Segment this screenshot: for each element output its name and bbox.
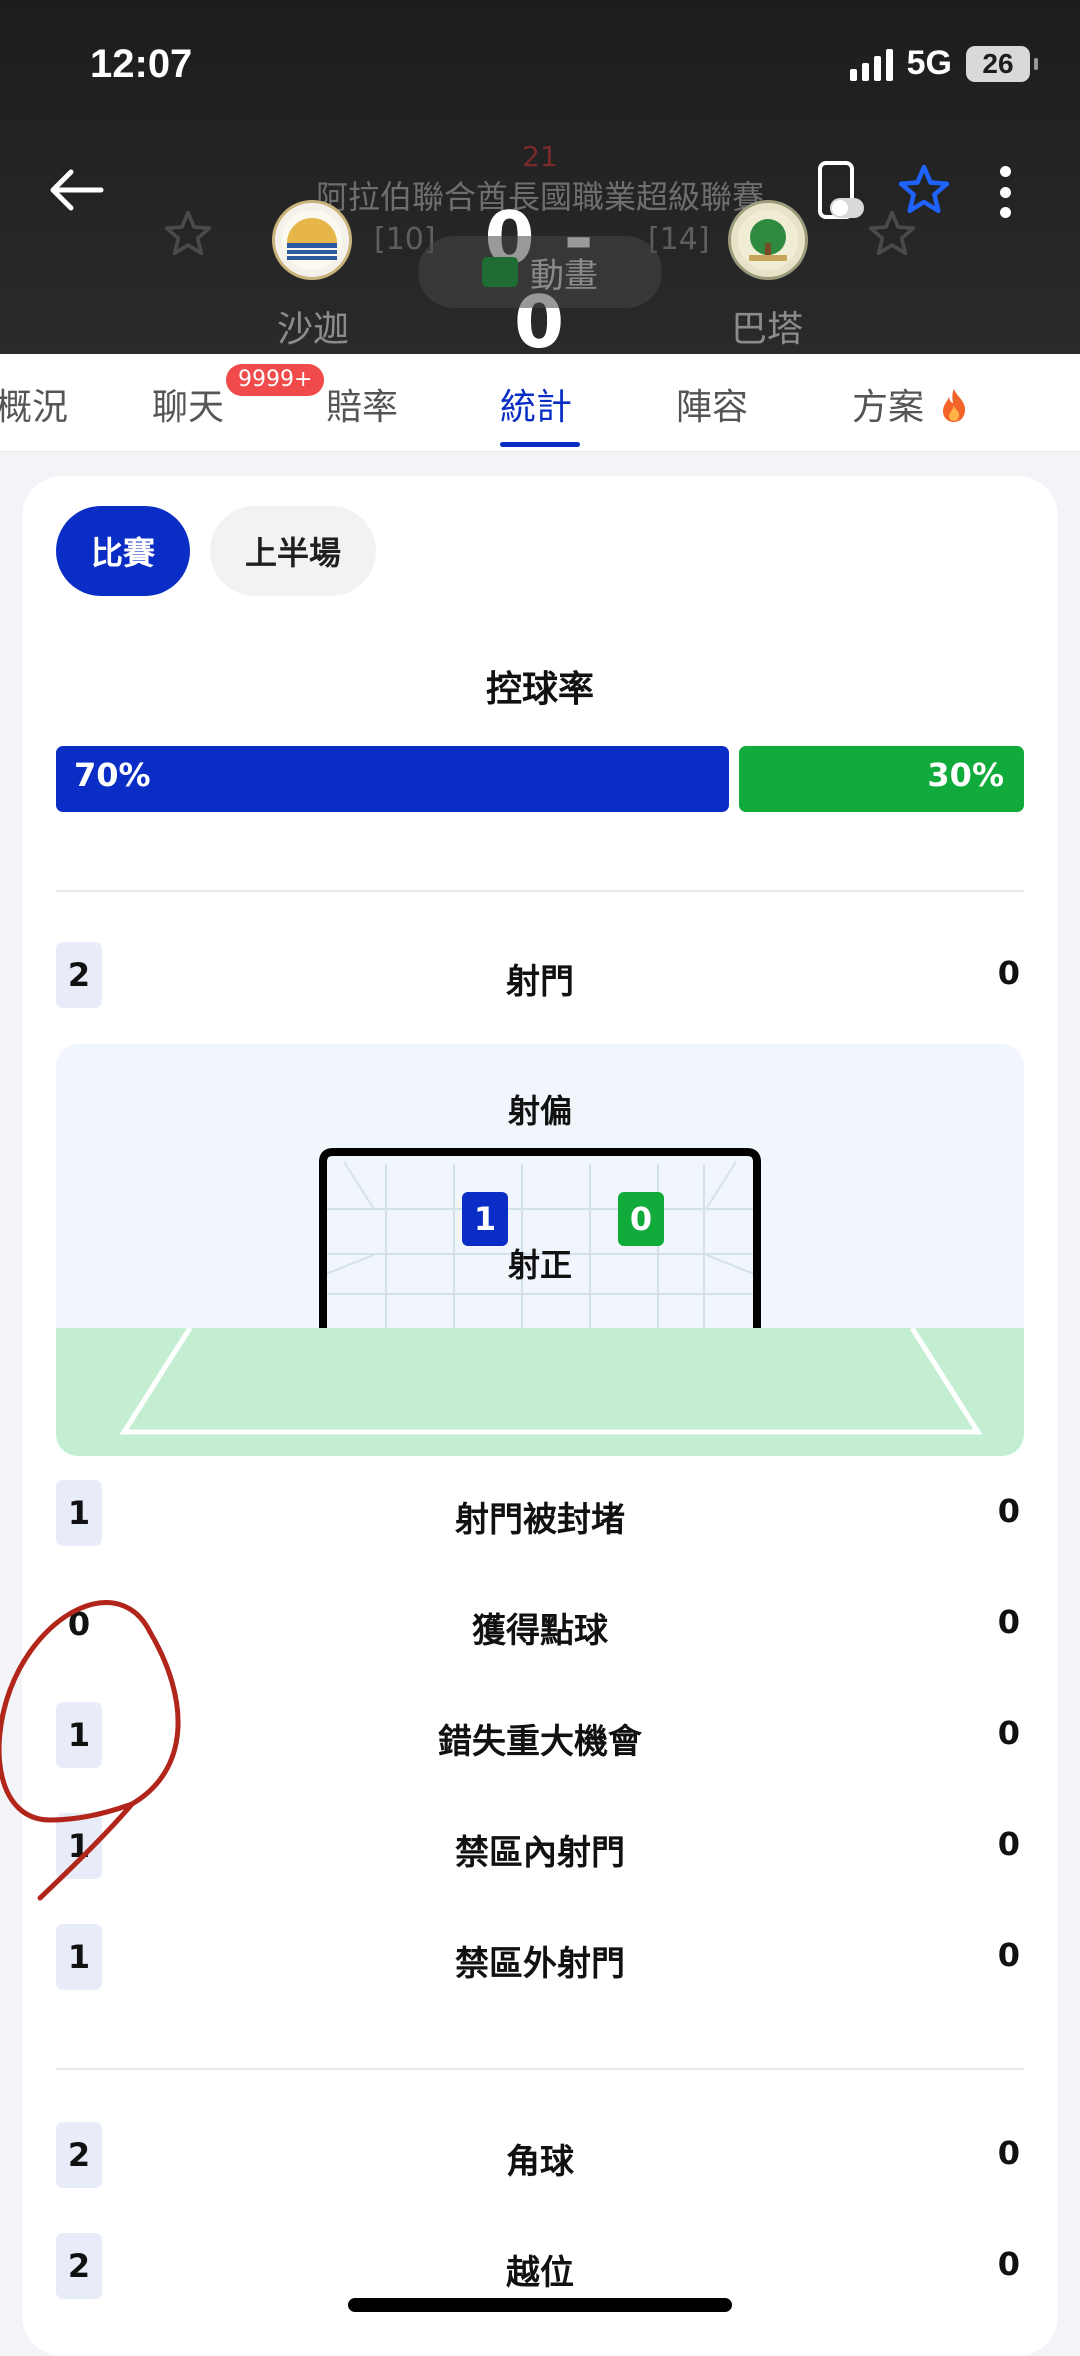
possession-home-bar bbox=[56, 746, 729, 812]
stat-away-value: 0 bbox=[997, 2245, 1020, 2283]
stat-row-big-chances-missed: 1 錯失重大機會 0 bbox=[22, 1702, 1058, 1768]
stat-row-shots-outside-box: 1 禁區外射門 0 bbox=[22, 1924, 1058, 1990]
phone-toggle-icon[interactable] bbox=[816, 160, 866, 224]
battery-icon: 26 bbox=[966, 45, 1038, 82]
stat-label: 獲得點球 bbox=[472, 1611, 608, 1651]
tab-chat[interactable]: 聊天 bbox=[152, 378, 224, 430]
fire-icon bbox=[939, 387, 969, 423]
signal-icon bbox=[849, 47, 893, 81]
away-rank: [14] bbox=[648, 222, 710, 257]
active-tab-indicator bbox=[500, 442, 580, 447]
tab-plans[interactable]: 方案 bbox=[852, 378, 969, 430]
segment-match-button[interactable]: 比賽 bbox=[56, 506, 190, 596]
stat-row-penalties-won: 0 獲得點球 0 bbox=[22, 1591, 1058, 1657]
stat-row-shots: 2 射門 0 bbox=[22, 942, 1058, 1008]
more-vertical-icon[interactable] bbox=[990, 160, 1020, 224]
stat-label: 射門 bbox=[506, 962, 574, 1002]
home-team-name[interactable]: 沙迦 bbox=[240, 300, 386, 352]
on-target-label: 射正 bbox=[507, 1246, 572, 1284]
on-target-away-value: 0 bbox=[618, 1192, 664, 1246]
animation-icon bbox=[482, 257, 518, 287]
stat-row-corners: 2 角球 0 bbox=[22, 2122, 1058, 2188]
stat-row-blocked-shots: 1 射門被封堵 0 bbox=[22, 1480, 1058, 1546]
animation-button[interactable]: 動畫 bbox=[418, 236, 662, 308]
tab-odds[interactable]: 賠率 bbox=[326, 378, 398, 430]
home-favorite-star-icon[interactable] bbox=[162, 208, 214, 260]
shot-map-panel: 射偏 1 0 射正 bbox=[56, 1044, 1024, 1456]
match-header: 12:07 5G 26 21 阿拉伯聯合酋長國職業超級聯賽 [10] 0 - 0… bbox=[0, 0, 1080, 354]
home-team-logo[interactable] bbox=[272, 200, 352, 280]
away-favorite-star-icon[interactable] bbox=[866, 208, 918, 260]
stat-away-value: 0 bbox=[997, 1825, 1020, 1863]
tab-overview[interactable]: 概況 bbox=[0, 378, 68, 430]
animation-label: 動畫 bbox=[530, 255, 598, 296]
status-indicators: 5G 26 bbox=[849, 44, 1038, 83]
status-time: 12:07 bbox=[90, 42, 193, 86]
stat-label: 錯失重大機會 bbox=[438, 1722, 642, 1762]
home-indicator[interactable] bbox=[348, 2298, 732, 2312]
tab-stats[interactable]: 統計 bbox=[500, 378, 572, 430]
stat-away-value: 0 bbox=[997, 1936, 1020, 1974]
off-target-label: 射偏 bbox=[507, 1092, 572, 1130]
stat-away-value: 0 bbox=[997, 1714, 1020, 1752]
stat-label: 禁區內射門 bbox=[455, 1833, 625, 1873]
network-type: 5G bbox=[906, 44, 952, 82]
stat-label: 禁區外射門 bbox=[455, 1944, 625, 1984]
stats-card: 比賽 上半場 控球率 70% 30% 2 射門 0 射偏 1 0 射正 1 射門… bbox=[22, 476, 1058, 2356]
stat-away-value: 0 bbox=[997, 2134, 1020, 2172]
stat-label: 越位 bbox=[506, 2253, 574, 2293]
stat-away-value: 0 bbox=[997, 1492, 1020, 1530]
away-team-name[interactable]: 巴塔 bbox=[694, 300, 840, 352]
chat-count-badge: 9999+ bbox=[226, 364, 325, 396]
possession-home-value: 70% bbox=[74, 756, 151, 794]
possession-title: 控球率 bbox=[485, 669, 594, 710]
stat-label: 射門被封堵 bbox=[455, 1500, 625, 1540]
tab-lineup[interactable]: 陣容 bbox=[676, 378, 748, 430]
stat-label: 角球 bbox=[506, 2142, 574, 2182]
stat-away-value: 0 bbox=[997, 954, 1020, 992]
tab-plans-label: 方案 bbox=[852, 387, 925, 428]
stat-row-offsides: 2 越位 0 bbox=[22, 2233, 1058, 2299]
away-team-logo[interactable] bbox=[728, 200, 808, 280]
tab-bar: 概況 聊天 9999+ 賠率 統計 陣容 方案 bbox=[0, 354, 1080, 452]
on-target-home-value: 1 bbox=[462, 1192, 508, 1246]
stat-away-value: 0 bbox=[997, 1603, 1020, 1641]
divider bbox=[56, 890, 1024, 892]
segment-first-half-button[interactable]: 上半場 bbox=[210, 506, 376, 596]
divider bbox=[56, 2068, 1024, 2070]
stat-row-shots-inside-box: 1 禁區內射門 0 bbox=[22, 1813, 1058, 1879]
possession-away-value: 30% bbox=[927, 756, 1004, 794]
